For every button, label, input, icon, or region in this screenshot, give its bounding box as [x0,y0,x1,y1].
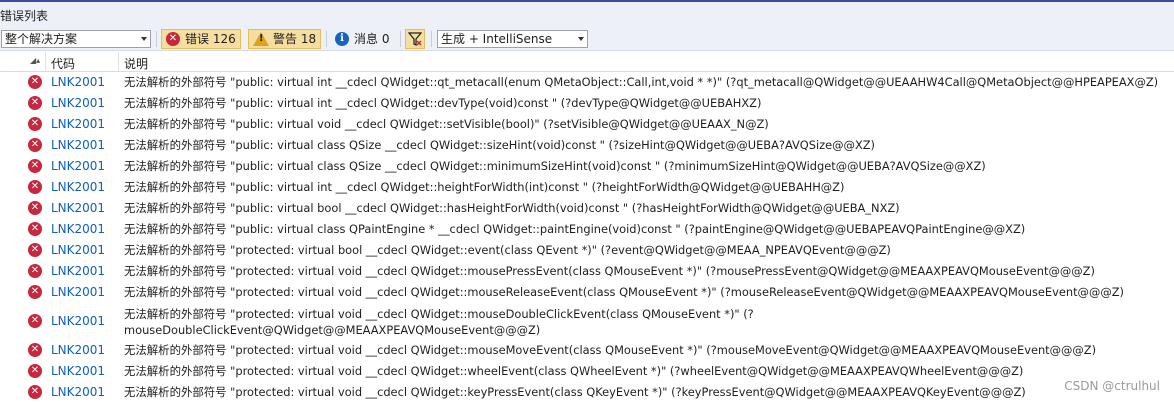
scope-dropdown-value: 整个解决方案 [5,32,78,46]
table-row[interactable]: ✕ LNK2001 无法解析的外部符号 "public: virtual void … [0,114,1174,135]
error-code-link[interactable]: LNK2001 [51,264,105,278]
table-row[interactable]: ✕ LNK2001 无法解析的外部符号 "public: virtual class… [0,135,1174,156]
build-filter-value: 生成 + IntelliSense [441,32,553,46]
scope-dropdown[interactable]: 整个解决方案 [1,30,151,48]
error-icon: ✕ [28,364,42,378]
error-code-link[interactable]: LNK2001 [51,96,105,110]
error-icon: ✕ [28,343,42,357]
error-code-link[interactable]: LNK2001 [51,285,105,299]
error-description: 无法解析的外部符号 "public: virtual class QSize _… [124,159,986,173]
error-icon: ✕ [28,264,42,278]
error-code-link[interactable]: LNK2001 [51,385,105,399]
table-row[interactable]: ✕ LNK2001 无法解析的外部符号 "public: virtual int _… [0,177,1174,198]
error-list-rows: ✕ LNK2001 无法解析的外部符号 "public: virtual int _… [0,72,1174,403]
chevron-down-icon [141,37,147,41]
table-row[interactable]: ✕ LNK2001 无法解析的外部符号 "public: virtual class… [0,219,1174,240]
error-description: 无法解析的外部符号 "public: virtual bool __cdecl … [124,201,900,215]
error-description: 无法解析的外部符号 "protected: virtual bool __cde… [124,243,891,257]
error-code-link[interactable]: LNK2001 [51,243,105,257]
errors-filter-label: 错误 126 [185,32,236,46]
warning-icon: ! [253,32,269,46]
messages-filter-button[interactable]: i 消息 0 [331,29,395,49]
info-icon: i [335,32,349,46]
error-description: 无法解析的外部符号 "public: virtual class QPaintE… [124,222,1026,236]
table-row[interactable]: ✕ LNK2001 无法解析的外部符号 "protected: virtual vo… [0,382,1174,403]
error-description: 无法解析的外部符号 "protected: virtual void __cde… [124,343,1097,357]
table-row[interactable]: ✕ LNK2001 无法解析的外部符号 "public: virtual int _… [0,72,1174,93]
error-description: 无法解析的外部符号 "protected: virtual void __cde… [124,364,1024,378]
table-row[interactable]: ✕ LNK2001 无法解析的外部符号 "public: virtual int _… [0,93,1174,114]
error-code-link[interactable]: LNK2001 [51,180,105,194]
error-code-link[interactable]: LNK2001 [51,201,105,215]
error-code-link[interactable]: LNK2001 [51,222,105,236]
toolbar-separator [156,31,157,47]
error-icon: ✕ [28,314,42,328]
toolbar-separator [400,31,401,47]
error-list-toolbar: 整个解决方案 ✕ 错误 126 ! 警告 18 i 消息 0 生成 + Inte… [0,27,1174,51]
error-description: 无法解析的外部符号 "protected: virtual void __cde… [124,264,1095,278]
error-icon: ✕ [28,138,42,152]
toolbar-separator [326,31,327,47]
table-row[interactable]: ✕ LNK2001 无法解析的外部符号 "protected: virtual bo… [0,240,1174,261]
watermark: CSDN @ctrulhul [1064,379,1160,393]
table-row[interactable]: ✕ LNK2001 无法解析的外部符号 "protected: virtual vo… [0,361,1174,382]
table-row[interactable]: ✕ LNK2001 无法解析的外部符号 "protected: virtual vo… [0,282,1174,303]
error-icon: ✕ [166,32,180,46]
build-filter-dropdown[interactable]: 生成 + IntelliSense [437,30,588,48]
messages-filter-label: 消息 0 [354,32,390,46]
filter-icon [408,32,422,46]
table-row[interactable]: ✕ LNK2001 无法解析的外部符号 "protected: virtual vo… [0,303,1174,340]
warnings-filter-button[interactable]: ! 警告 18 [248,29,321,49]
error-code-link[interactable]: LNK2001 [51,117,105,131]
error-description: 无法解析的外部符号 "public: virtual void __cdecl … [124,117,769,131]
table-row[interactable]: ✕ LNK2001 无法解析的外部符号 "public: virtual class… [0,156,1174,177]
column-divider[interactable] [45,52,46,71]
error-description: 无法解析的外部符号 "protected: virtual void __cde… [124,385,1026,399]
error-icon: ✕ [28,96,42,110]
error-icon: ✕ [28,180,42,194]
error-code-link[interactable]: LNK2001 [51,364,105,378]
warnings-filter-label: 警告 18 [273,32,317,46]
error-code-link[interactable]: LNK2001 [51,159,105,173]
error-icon: ✕ [28,159,42,173]
errors-filter-button[interactable]: ✕ 错误 126 [161,29,241,49]
chevron-down-icon [578,37,584,41]
column-header-row: ◢▴ 代码 说明 [0,52,1174,72]
table-row[interactable]: ✕ LNK2001 无法解析的外部符号 "protected: virtual vo… [0,261,1174,282]
error-code-link[interactable]: LNK2001 [51,343,105,357]
error-icon: ✕ [28,243,42,257]
error-icon: ✕ [28,75,42,89]
filter-toggle-button[interactable] [405,29,425,49]
error-icon: ✕ [28,285,42,299]
error-description: 无法解析的外部符号 "public: virtual int __cdecl Q… [124,96,762,110]
panel-titlebar: 错误列表 [0,0,1174,27]
column-header-description[interactable]: 说明 [124,55,148,72]
sort-icon[interactable]: ◢▴ [30,56,40,65]
table-row[interactable]: ✕ LNK2001 无法解析的外部符号 "protected: virtual vo… [0,340,1174,361]
error-description: 无法解析的外部符号 "protected: virtual void __cde… [124,307,754,337]
panel-title: 错误列表 [0,9,49,23]
column-divider[interactable] [118,52,119,71]
error-description: 无法解析的外部符号 "public: virtual int __cdecl Q… [124,180,845,194]
error-code-link[interactable]: LNK2001 [51,138,105,152]
error-code-link[interactable]: LNK2001 [51,75,105,89]
error-description: 无法解析的外部符号 "public: virtual class QSize _… [124,138,875,152]
table-row[interactable]: ✕ LNK2001 无法解析的外部符号 "public: virtual bool … [0,198,1174,219]
column-header-code[interactable]: 代码 [51,55,75,72]
error-description: 无法解析的外部符号 "public: virtual int __cdecl Q… [124,75,1159,89]
error-icon: ✕ [28,117,42,131]
error-code-link[interactable]: LNK2001 [51,314,105,328]
error-icon: ✕ [28,385,42,399]
error-description: 无法解析的外部符号 "protected: virtual void __cde… [124,285,1124,299]
error-icon: ✕ [28,222,42,236]
error-icon: ✕ [28,201,42,215]
toolbar-separator [431,31,432,47]
